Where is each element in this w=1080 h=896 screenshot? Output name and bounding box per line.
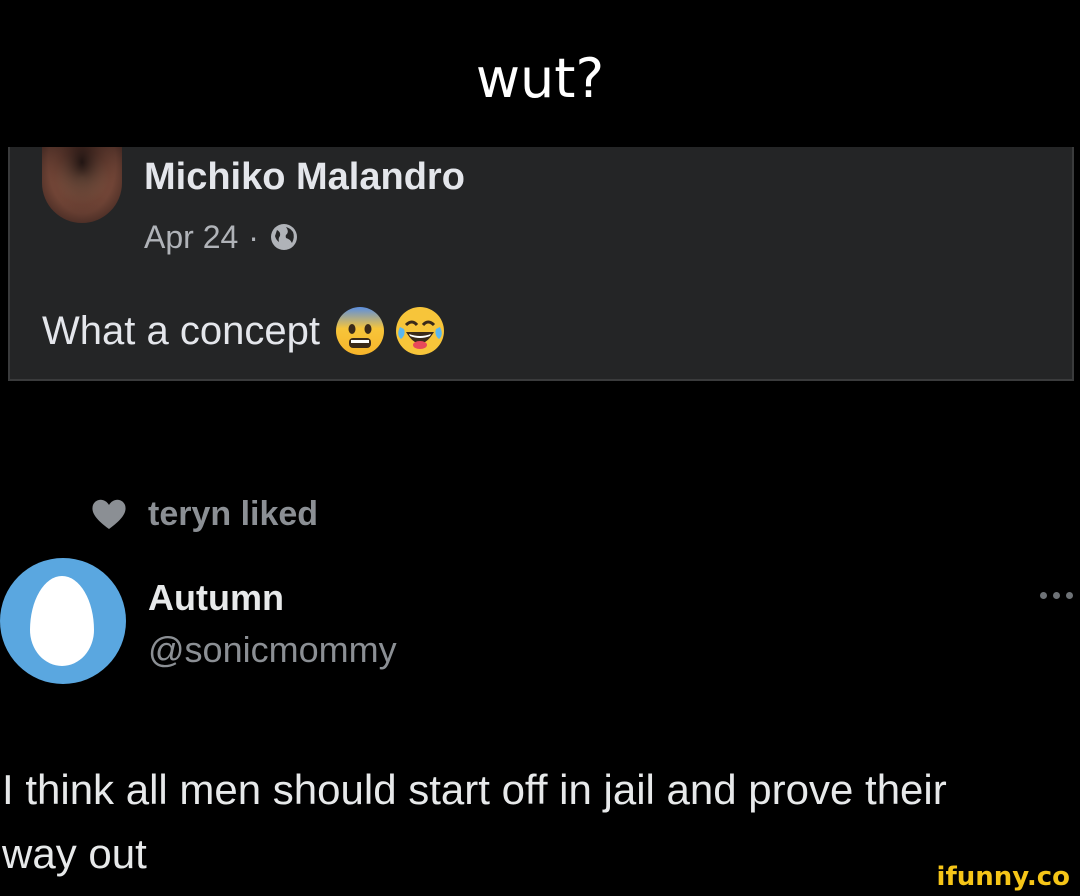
post-author-name[interactable]: Michiko Malandro [144,155,465,199]
heart-icon [92,499,126,529]
tears-of-joy-emoji [395,307,444,355]
tweet-text: I think all men should start off in jail… [2,758,1080,886]
post-text: What a concept [42,305,446,357]
facebook-post-card: Michiko Malandro Apr 24 · What a concept [8,147,1074,381]
more-options-icon[interactable] [1040,592,1080,604]
tweet-text-line-2: way out [2,830,147,877]
post-text-content: What a concept [42,309,320,353]
default-egg-avatar[interactable] [0,558,126,684]
author-avatar[interactable] [42,147,122,223]
tweet-author-handle[interactable]: @sonicmommy [148,628,397,672]
globe-icon [270,224,297,250]
tweet-text-line-1: I think all men should start off in jail… [2,766,947,813]
liked-by-text[interactable]: teryn liked [148,494,318,534]
anxious-face-emoji [335,307,384,355]
liked-indicator: teryn liked [90,494,318,534]
post-date[interactable]: Apr 24 [144,217,238,257]
ifunny-watermark: ifunny.co [936,862,1070,892]
meta-separator: · [248,219,259,255]
post-meta: Apr 24 · [144,217,299,257]
meme-caption: wut? [475,47,605,110]
tweet-author-name[interactable]: Autumn [148,576,284,620]
